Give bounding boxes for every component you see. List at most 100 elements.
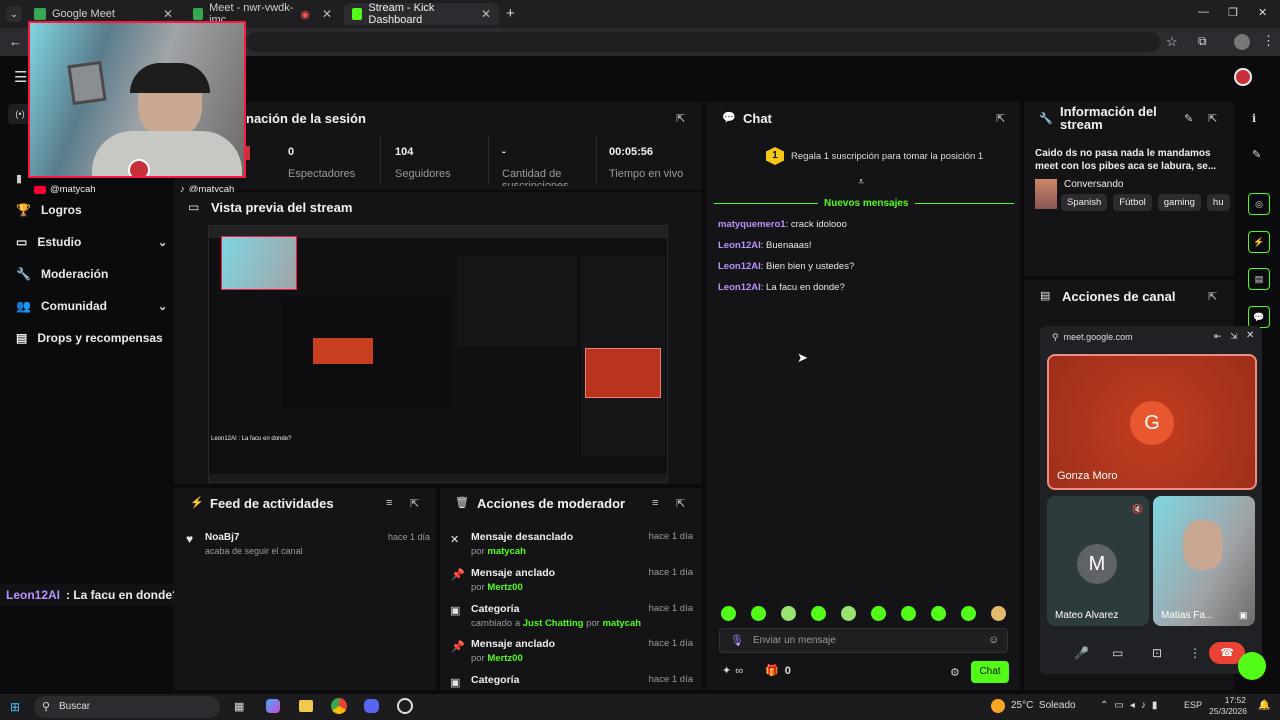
profile-avatar[interactable] [1234,34,1250,50]
modaction-user[interactable]: Mertz00 [487,653,522,664]
tab-list-icon[interactable]: ⌄ [6,6,22,22]
popout-icon[interactable]: ⇱ [996,112,1005,125]
url-field[interactable] [246,32,1160,52]
participant-tile-gonza[interactable]: G Gonza Moro [1047,354,1257,490]
rail-button-clip[interactable]: ◎ [1248,193,1270,215]
pinned-collapse-icon[interactable]: ⩡ [858,176,864,189]
emote-icon[interactable] [991,606,1006,621]
popout-icon[interactable]: ⇱ [1208,112,1217,125]
stats-icon[interactable]: ▮ [16,172,22,185]
tag[interactable]: hu [1206,194,1230,211]
browser-menu-icon[interactable]: ⋮ [1262,33,1275,49]
emote-icon[interactable] [721,606,736,621]
sidebar-item-comunidad[interactable]: 👥 Comunidad ⌄ [16,299,168,313]
feed-user[interactable]: NoaBj7 [205,532,239,543]
modaction-user[interactable]: matycah [602,618,641,629]
floating-action-button[interactable] [1238,652,1266,680]
popout-icon[interactable]: ⇱ [676,112,685,125]
popout-icon[interactable]: ⇱ [1208,290,1217,303]
info-icon[interactable]: ℹ [1252,112,1256,125]
tag[interactable]: Spanish [1061,194,1108,211]
emoji-icon[interactable]: ☺ [988,634,999,646]
window-close-icon[interactable]: ✕ [1258,6,1267,19]
emote-icon[interactable] [781,606,796,621]
stream-preview-video[interactable]: Leon12AI : La facu en donde? [208,225,668,483]
chrome-icon[interactable] [331,698,347,714]
rail-button-chat[interactable]: 💬 [1248,306,1270,328]
emote-icon[interactable] [931,606,946,621]
pip-close-icon[interactable]: ✕ [1246,330,1254,341]
user-avatar[interactable] [1234,68,1252,86]
edit-icon[interactable]: ✎ [1184,112,1193,125]
popout-icon[interactable]: ⇱ [676,497,685,510]
pip-icon[interactable]: ▣ [1239,610,1248,621]
chat-points-infinity[interactable]: ✦ ∞ [722,664,743,678]
chat-username[interactable]: matyquemero1 [718,219,786,230]
mic-icon[interactable]: 🎙 [730,634,744,647]
modaction-category[interactable]: Just Chatting [523,618,584,629]
emote-icon[interactable] [751,606,766,621]
present-screen-icon[interactable]: ⊡ [1152,646,1162,660]
minimize-icon[interactable]: — [1198,6,1209,18]
emote-icon[interactable] [901,606,916,621]
more-options-icon[interactable]: ⋮ [1189,646,1201,660]
chevron-down-icon: ⌄ [158,300,168,313]
emote-icon[interactable] [961,606,976,621]
obs-icon[interactable] [397,698,413,714]
tray-icons[interactable]: ⌃▭◂♪▮ [1100,700,1163,711]
close-tab-icon[interactable]: ✕ [322,7,332,21]
modaction-user[interactable]: Mertz00 [487,582,522,593]
chat-input[interactable]: 🎙 Enviar un mensaje ☺ [719,628,1008,653]
maximize-icon[interactable]: ❐ [1228,6,1238,19]
chat-settings-icon[interactable]: ⚙ [950,666,960,679]
mic-icon[interactable]: 🎤 [1074,646,1089,660]
file-explorer-icon[interactable] [299,700,313,712]
back-icon[interactable]: ← [9,34,22,49]
tag[interactable]: gaming [1157,194,1201,211]
chat-username[interactable]: Leon12AI [718,261,761,272]
camera-icon[interactable]: ▭ [1112,646,1123,660]
sidebar-item-logros[interactable]: 🏆 Logros [16,203,82,217]
hamburger-menu-icon[interactable]: ☰ [14,68,27,86]
gift-text[interactable]: Regala 1 suscripción para tomar la posic… [791,151,983,162]
clock-time[interactable]: 17:52 [1216,695,1246,705]
emote-icon[interactable] [871,606,886,621]
tab-kick-dashboard[interactable]: Stream - Kick Dashboard ✕ [344,2,499,26]
notification-icon[interactable]: 🔔 [1258,700,1270,711]
copilot-icon[interactable] [266,699,280,713]
chat-username[interactable]: Leon12AI [718,240,761,251]
sidebar-item-drops[interactable]: ▤ Drops y recompensas [16,331,163,345]
edit-icon[interactable]: ✎ [1252,148,1261,161]
popout-icon[interactable]: ⇱ [410,497,419,510]
bookmark-star-icon[interactable]: ☆ [1166,34,1178,50]
taskbar-search[interactable]: ⚲ Buscar [34,696,220,718]
emote-icon[interactable] [811,606,826,621]
weather-text[interactable]: 25°C Soleado [1011,700,1076,711]
pip-back-icon[interactable]: ⇤ [1214,331,1222,342]
task-view-icon[interactable]: ▦ [234,700,244,713]
sidebar-item-estudio[interactable]: ▭ Estudio ⌄ [16,235,167,249]
close-tab-icon[interactable]: ✕ [163,7,173,21]
windows-start-icon[interactable]: ⊞ [10,700,20,714]
chat-username[interactable]: Leon12AI [718,282,761,293]
modaction-user[interactable]: matycah [487,546,526,557]
emote-icon[interactable] [841,606,856,621]
filter-icon[interactable]: ≡ [652,497,658,509]
rail-button-list[interactable]: ▤ [1248,268,1270,290]
participant-tile-mateo[interactable]: 🔇 M Mateo Alvarez [1047,496,1149,626]
clock-date[interactable]: 25/3/2026 [1203,706,1247,716]
new-tab-icon[interactable]: + [506,5,515,22]
tag[interactable]: Fútbol [1113,194,1152,211]
filter-icon[interactable]: ≡ [386,497,392,509]
chat-gift-count[interactable]: 🎁 0 [765,664,791,678]
discord-icon[interactable] [364,699,379,713]
extensions-icon[interactable]: ⧉ [1198,34,1207,49]
close-tab-icon[interactable]: ✕ [481,7,491,21]
chat-send-button[interactable]: Chat [971,661,1009,683]
sidebar-item-moderacion[interactable]: 🔧 Moderación [16,267,108,281]
participant-tile-matias[interactable]: Matias Fa... ▣ [1153,496,1255,626]
pip-expand-icon[interactable]: ⇲ [1230,331,1238,342]
stream-category[interactable]: Conversando [1064,179,1123,190]
language-indicator[interactable]: ESP [1184,700,1202,710]
rail-button-bolt[interactable]: ⚡ [1248,231,1270,253]
